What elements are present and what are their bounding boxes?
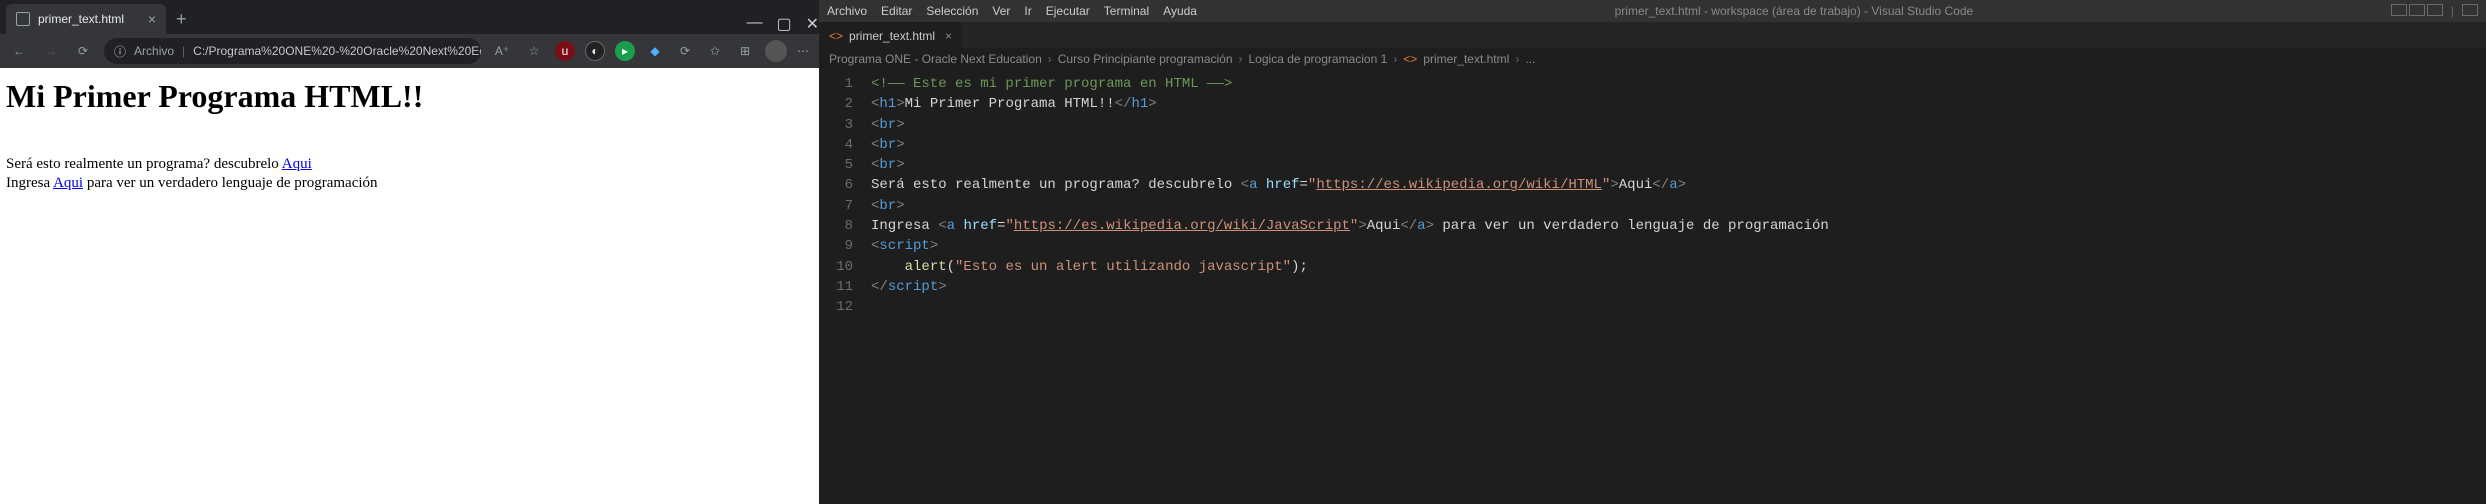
- menu-item[interactable]: Terminal: [1104, 4, 1149, 18]
- tab-title: primer_text.html: [38, 12, 124, 26]
- breadcrumb[interactable]: Programa ONE - Oracle Next Education› Cu…: [819, 48, 2486, 70]
- browser-window: primer_text.html × + — ▢ ✕ ← → ⟳ ⓘ Archi…: [0, 0, 819, 504]
- close-window-button[interactable]: ✕: [806, 14, 819, 34]
- new-tab-button[interactable]: +: [166, 5, 197, 34]
- browser-tabbar: primer_text.html × + — ▢ ✕: [0, 0, 819, 34]
- menu-item[interactable]: Editar: [881, 4, 912, 18]
- menu-item[interactable]: Ir: [1024, 4, 1031, 18]
- page-icon: [16, 12, 30, 26]
- html-file-icon: <>: [1403, 52, 1417, 66]
- vscode-titlebar: Archivo Editar Selección Ver Ir Ejecutar…: [819, 0, 2486, 22]
- close-tab-icon[interactable]: ×: [148, 11, 156, 27]
- breadcrumb-item[interactable]: Logica de programacion 1: [1249, 52, 1388, 66]
- menu-item[interactable]: Selección: [926, 4, 978, 18]
- text: Ingresa: [6, 175, 53, 191]
- layout-button[interactable]: [2391, 4, 2407, 16]
- html-file-icon: <>: [829, 29, 843, 43]
- forward-button[interactable]: →: [40, 40, 62, 62]
- extension-icon[interactable]: ◆: [645, 41, 665, 61]
- browser-viewport: Mi Primer Programa HTML!! Será esto real…: [0, 68, 819, 504]
- address-bar[interactable]: ⓘ Archivo | C:/Programa%20ONE%20-%20Orac…: [104, 38, 481, 64]
- collections-icon[interactable]: ⊞: [735, 41, 755, 61]
- extension-icons: u ◐ ▸ ◆ ⟳ ✩ ⊞ ⋯: [555, 40, 811, 62]
- editor-tab[interactable]: <> primer_text.html ×: [819, 22, 962, 48]
- vscode-tabbar: <> primer_text.html ×: [819, 22, 2486, 48]
- layout-button[interactable]: [2409, 4, 2425, 16]
- extension-icon[interactable]: u: [555, 41, 575, 61]
- page-line-2: Ingresa Aqui para ver un verdadero lengu…: [6, 174, 813, 193]
- extension-icon[interactable]: ▸: [615, 41, 635, 61]
- browser-window-controls: — ▢ ✕: [746, 14, 819, 34]
- addr-scheme: Archivo: [134, 44, 174, 58]
- browser-tab[interactable]: primer_text.html ×: [6, 4, 166, 34]
- read-aloud-icon[interactable]: A⁺: [491, 40, 513, 62]
- breadcrumb-item[interactable]: Curso Principiante programación: [1058, 52, 1233, 66]
- vscode-layout-controls: |: [2391, 4, 2478, 18]
- favorites-icon[interactable]: ✩: [705, 41, 725, 61]
- layout-button[interactable]: [2427, 4, 2443, 16]
- close-tab-icon[interactable]: ×: [945, 29, 952, 43]
- page-heading: Mi Primer Programa HTML!!: [6, 78, 813, 115]
- profile-avatar[interactable]: [765, 40, 787, 62]
- back-button[interactable]: ←: [8, 40, 30, 62]
- vscode-menu: Archivo Editar Selección Ver Ir Ejecutar…: [827, 4, 1197, 18]
- vscode-window-title: primer_text.html - workspace (área de tr…: [1615, 4, 1974, 18]
- more-menu-button[interactable]: ⋯: [797, 44, 811, 58]
- addr-path: C:/Programa%20ONE%20-%20Oracle%20Next%20…: [193, 44, 481, 58]
- code-content[interactable]: <!—— Este es mi primer programa en HTML …: [865, 70, 2486, 504]
- menu-item[interactable]: Ayuda: [1163, 4, 1197, 18]
- refresh-button[interactable]: ⟳: [72, 40, 94, 62]
- extension-icon[interactable]: ⟳: [675, 41, 695, 61]
- info-icon: ⓘ: [114, 43, 126, 60]
- addr-sep: |: [182, 44, 185, 58]
- breadcrumb-item[interactable]: Programa ONE - Oracle Next Education: [829, 52, 1042, 66]
- favorite-icon[interactable]: ☆: [523, 40, 545, 62]
- menu-item[interactable]: Archivo: [827, 4, 867, 18]
- browser-toolbar: ← → ⟳ ⓘ Archivo | C:/Programa%20ONE%20-%…: [0, 34, 819, 68]
- extension-icon[interactable]: ◐: [585, 41, 605, 61]
- menu-item[interactable]: Ver: [992, 4, 1010, 18]
- breadcrumb-item[interactable]: primer_text.html: [1423, 52, 1509, 66]
- line-gutter: 1 2 3 4 5 6 7 8 9 10 11 12: [819, 70, 865, 504]
- menu-item[interactable]: Ejecutar: [1046, 4, 1090, 18]
- text: Será esto realmente un programa? descubr…: [6, 156, 282, 172]
- layout-button[interactable]: [2462, 4, 2478, 16]
- editor-tab-label: primer_text.html: [849, 29, 935, 43]
- minimize-button[interactable]: —: [746, 14, 762, 34]
- link-aqui-1[interactable]: Aqui: [282, 156, 312, 172]
- page-line-1: Será esto realmente un programa? descubr…: [6, 155, 813, 174]
- link-aqui-2[interactable]: Aqui: [53, 175, 83, 191]
- vscode-window: Archivo Editar Selección Ver Ir Ejecutar…: [819, 0, 2486, 504]
- editor-area[interactable]: 1 2 3 4 5 6 7 8 9 10 11 12 <!—— Este es …: [819, 70, 2486, 504]
- text: para ver un verdadero lenguaje de progra…: [83, 175, 377, 191]
- maximize-button[interactable]: ▢: [776, 14, 791, 34]
- breadcrumb-item[interactable]: ...: [1525, 52, 1535, 66]
